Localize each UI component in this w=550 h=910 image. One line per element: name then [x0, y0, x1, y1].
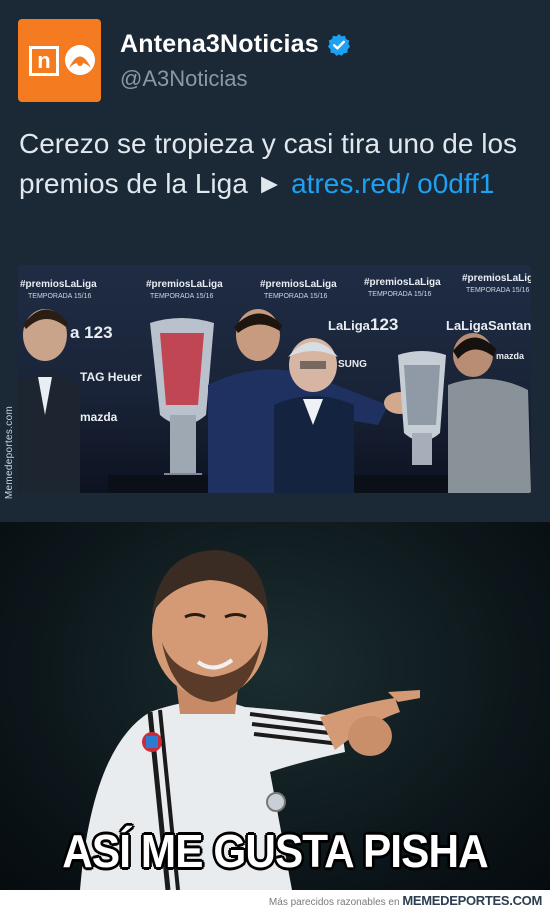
account-avatar[interactable]: n — [18, 19, 101, 102]
meme-caption: ASÍ ME GUSTA PISHA — [62, 825, 488, 877]
account-name[interactable]: Antena3Noticias — [120, 30, 319, 59]
tweet-card: n Antena3Noticias @A3Noticias Cerezo se … — [0, 0, 550, 522]
footer-prefix: Más parecidos razonables en — [268, 897, 403, 908]
awards-scene-illustration — [18, 309, 531, 493]
verified-badge-icon — [327, 33, 350, 56]
footer-bar: Más parecidos razonables en MEMEDEPORTES… — [0, 890, 550, 910]
tweet-photo[interactable]: #premiosLaLiga TEMPORADA 15/16 #premiosL… — [18, 265, 531, 493]
meme-panel: ASÍ ME GUSTA PISHA — [0, 522, 550, 890]
account-handle[interactable]: @A3Noticias — [120, 66, 248, 92]
side-watermark: Memedeportes.com — [4, 405, 16, 500]
antena3-logo-icon — [65, 45, 95, 75]
footer-brand-link[interactable]: MEMEDEPORTES.COM — [402, 893, 542, 908]
avatar-letter: n — [29, 46, 59, 76]
tweet-text: Cerezo se tropieza y casi tira uno de lo… — [19, 124, 529, 204]
footer-text: Más parecidos razonables en MEMEDEPORTES… — [269, 893, 542, 908]
account-name-row: Antena3Noticias — [120, 30, 351, 59]
tweet-link[interactable]: atres.red/ o0dff1 — [291, 168, 494, 199]
